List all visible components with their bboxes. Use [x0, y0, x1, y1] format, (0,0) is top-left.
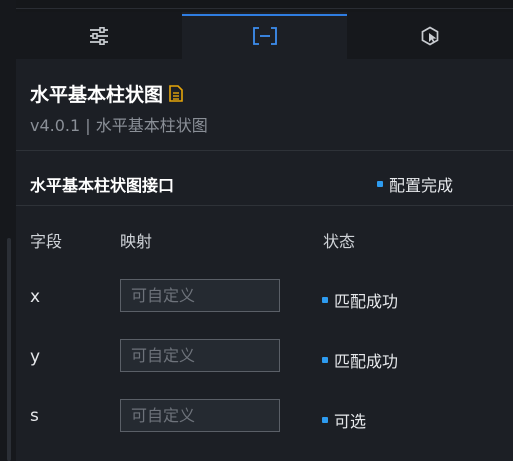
- field-status-text: 匹配成功: [334, 352, 399, 371]
- status-dot: [322, 297, 328, 303]
- interface-status: 配置完成: [377, 172, 453, 196]
- field-name: y: [30, 347, 41, 367]
- component-title-text: 水平基本柱状图: [30, 84, 164, 106]
- tab-interaction[interactable]: [347, 12, 513, 59]
- data-bracket-icon: [252, 26, 277, 45]
- config-panel: 水平基本柱状图 v4.0.1 | 水平基本柱状图 水平基本柱状图接口 配置完成 …: [16, 12, 513, 461]
- column-header-mapping: 映射: [120, 232, 153, 251]
- status-dot: [322, 417, 328, 423]
- document-icon[interactable]: [169, 85, 183, 102]
- scrollbar[interactable]: [7, 238, 11, 461]
- field-status: 可选: [322, 408, 366, 432]
- interface-title: 水平基本柱状图接口: [30, 176, 175, 195]
- interaction-icon: [421, 26, 439, 45]
- field-status-text: 匹配成功: [334, 292, 399, 311]
- left-gutter: [0, 0, 16, 461]
- interface-divider: [16, 205, 513, 206]
- field-name: x: [30, 287, 41, 307]
- tab-bar: [16, 12, 513, 59]
- top-divider: [16, 8, 513, 9]
- interface-status-text: 配置完成: [389, 176, 454, 195]
- tab-style[interactable]: [16, 12, 182, 59]
- field-status-text: 可选: [334, 412, 367, 431]
- top-strip: [0, 0, 513, 12]
- header-divider: [16, 150, 513, 151]
- status-dot: [322, 357, 328, 363]
- field-status: 匹配成功: [322, 348, 398, 372]
- status-dot: [377, 181, 383, 187]
- field-name: s: [30, 406, 39, 426]
- mapping-input[interactable]: [120, 399, 280, 432]
- field-status: 匹配成功: [322, 288, 398, 312]
- mapping-input[interactable]: [120, 339, 280, 372]
- component-version: v4.0.1 | 水平基本柱状图: [30, 116, 208, 135]
- column-header-status: 状态: [323, 232, 356, 251]
- sliders-icon: [89, 26, 108, 45]
- tab-data[interactable]: [181, 12, 348, 59]
- column-header-field: 字段: [30, 232, 63, 251]
- component-title: 水平基本柱状图: [30, 80, 183, 107]
- mapping-input[interactable]: [120, 279, 280, 312]
